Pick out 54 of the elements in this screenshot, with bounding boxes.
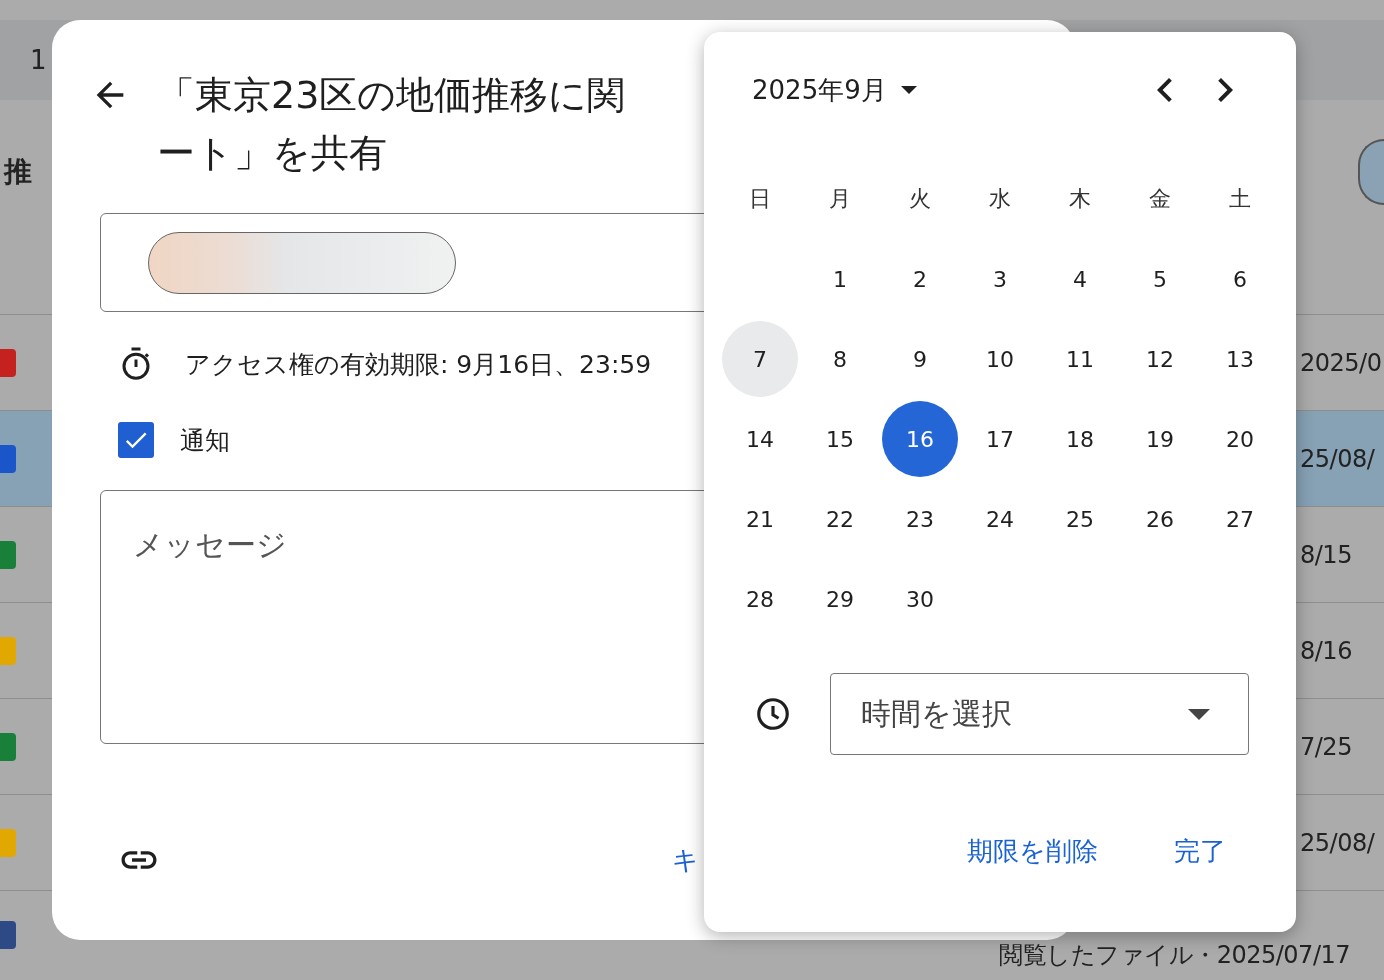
row-date: 8/15 — [1300, 540, 1353, 569]
section-title: 推 — [4, 154, 32, 190]
caret-icon — [1188, 708, 1210, 720]
calendar-day[interactable]: 3 — [962, 241, 1038, 317]
calendar-day[interactable]: 15 — [802, 401, 878, 477]
weekday-label: 火 — [908, 185, 932, 213]
calendar-day[interactable]: 27 — [1202, 481, 1278, 557]
calendar-day[interactable]: 12 — [1122, 321, 1198, 397]
done-button[interactable]: 完了 — [1162, 828, 1238, 875]
calendar-day[interactable]: 14 — [722, 401, 798, 477]
weekday-label: 金 — [1148, 185, 1172, 213]
calendar-day[interactable]: 2 — [882, 241, 958, 317]
calendar-day[interactable]: 5 — [1122, 241, 1198, 317]
notify-checkbox[interactable] — [118, 422, 154, 458]
row-date: 7/25 — [1300, 732, 1353, 761]
calendar-day[interactable]: 11 — [1042, 321, 1118, 397]
calendar-day[interactable]: 18 — [1042, 401, 1118, 477]
calendar-day[interactable]: 16 — [882, 401, 958, 477]
calendar-day[interactable]: 28 — [722, 561, 798, 637]
row-date: 25/08/ — [1300, 444, 1376, 473]
dialog-title: ート」を共有 — [157, 130, 388, 177]
weekday-label: 木 — [1068, 185, 1092, 213]
header-text: 1 — [30, 45, 47, 75]
notify-label: 通知 — [180, 424, 230, 457]
calendar-day[interactable]: 7 — [722, 321, 798, 397]
calendar-day[interactable]: 25 — [1042, 481, 1118, 557]
calendar-day[interactable]: 13 — [1202, 321, 1278, 397]
calendar-day[interactable]: 6 — [1202, 241, 1278, 317]
calendar-day[interactable]: 8 — [802, 321, 878, 397]
row-date: 25/08/ — [1300, 828, 1376, 857]
calendar-day[interactable]: 20 — [1202, 401, 1278, 477]
calendar-day[interactable]: 29 — [802, 561, 878, 637]
remove-expiry-button[interactable]: 期限を削除 — [955, 828, 1110, 875]
weekday-label: 日 — [748, 185, 772, 213]
time-select[interactable]: 時間を選択 — [830, 673, 1249, 755]
row-date: 2025/0 — [1300, 348, 1383, 377]
calendar-day[interactable]: 4 — [1042, 241, 1118, 317]
calendar-day[interactable]: 19 — [1122, 401, 1198, 477]
weekday-label: 土 — [1228, 185, 1252, 213]
calendar-day[interactable]: 10 — [962, 321, 1038, 397]
dialog-title: 「東京23区の地価推移に関 — [157, 72, 626, 119]
weekday-label: 水 — [988, 185, 1012, 213]
month-dropdown[interactable]: 2025年9月 — [752, 72, 917, 108]
calendar-day[interactable]: 1 — [802, 241, 878, 317]
calendar-day[interactable]: 9 — [882, 321, 958, 397]
calendar-day[interactable]: 17 — [962, 401, 1038, 477]
clock-icon — [754, 695, 792, 733]
row-date: 閲覧したファイル・2025/07/17 — [999, 940, 1350, 971]
expiry-text: アクセス権の有効期限: 9月16日、23:59 — [185, 348, 652, 381]
caret-icon — [900, 85, 917, 95]
calendar-day[interactable]: 26 — [1122, 481, 1198, 557]
row-date: 8/16 — [1300, 636, 1353, 665]
weekday-label: 月 — [828, 185, 852, 213]
calendar-day[interactable]: 30 — [882, 561, 958, 637]
